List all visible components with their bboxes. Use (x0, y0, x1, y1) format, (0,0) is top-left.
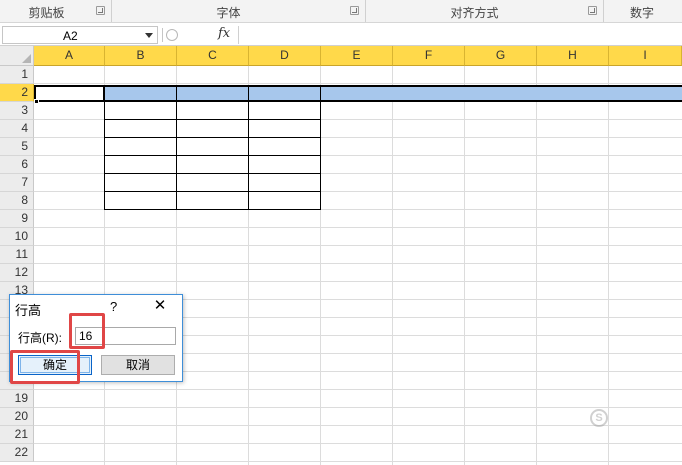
dialog-launcher-icon[interactable] (96, 6, 105, 15)
gridline-horizontal (34, 425, 682, 426)
help-icon[interactable]: ? (110, 299, 117, 314)
table-border-horizontal (104, 209, 321, 210)
row-header-20[interactable]: 20 (0, 408, 34, 426)
formula-input[interactable] (238, 26, 680, 44)
cancel-button[interactable]: 取消 (101, 355, 175, 375)
spreadsheet-grid[interactable]: ABCDEFGHI 123456789101112131415161718192… (0, 46, 682, 465)
column-header-d[interactable]: D (249, 46, 321, 66)
row-header-9[interactable]: 9 (0, 210, 34, 228)
gridline-vertical (536, 66, 537, 465)
dialog-title: 行高 (15, 303, 42, 318)
gridline-horizontal (34, 407, 682, 408)
ribbon-group-label: 字体 (216, 6, 241, 20)
ribbon-group-label: 数字 (630, 6, 655, 20)
row-header-1[interactable]: 1 (0, 66, 34, 84)
row-border-top (34, 85, 682, 87)
row-header-3[interactable]: 3 (0, 102, 34, 120)
selected-row-highlight (105, 87, 682, 100)
row-header-11[interactable]: 11 (0, 246, 34, 264)
dialog-launcher-icon[interactable] (350, 6, 359, 15)
row-header-19[interactable]: 19 (0, 390, 34, 408)
gridline-horizontal (34, 389, 682, 390)
chevron-down-icon[interactable] (145, 33, 153, 38)
row-header-6[interactable]: 6 (0, 156, 34, 174)
column-header-e[interactable]: E (321, 46, 393, 66)
row-height-label: 行高(R): (18, 331, 62, 345)
column-header-a[interactable]: A (34, 46, 105, 66)
watermark-logo: S (590, 408, 660, 430)
row-header-5[interactable]: 5 (0, 138, 34, 156)
column-header-f[interactable]: F (393, 46, 465, 66)
gridline-horizontal (34, 263, 682, 264)
table-border-horizontal (104, 173, 321, 174)
row-header-7[interactable]: 7 (0, 174, 34, 192)
gridline-horizontal (34, 443, 682, 444)
gridline-horizontal (34, 83, 682, 84)
insert-function-icon[interactable]: fx (218, 26, 230, 41)
annotation-highlight-input (69, 313, 105, 349)
formula-bar: A2 fx (0, 24, 682, 46)
table-border-horizontal (104, 155, 321, 156)
gridline-vertical (464, 66, 465, 465)
watermark-icon: S (590, 409, 608, 427)
name-box[interactable]: A2 (2, 26, 158, 44)
ribbon-group-font: 字体 (112, 0, 366, 22)
ribbon-group-clipboard: 剪贴板 (0, 0, 112, 22)
select-all-corner[interactable] (0, 46, 34, 66)
gridline-horizontal (34, 281, 682, 282)
gridline-vertical (392, 66, 393, 465)
row-header-21[interactable]: 21 (0, 426, 34, 444)
name-box-value: A2 (63, 29, 78, 43)
table-border-horizontal (104, 119, 321, 120)
row-header-2[interactable]: 2 (0, 84, 34, 102)
ribbon-group-number: 数字 (604, 0, 682, 22)
column-header-c[interactable]: C (177, 46, 249, 66)
gridline-horizontal (34, 227, 682, 228)
row-header-4[interactable]: 4 (0, 120, 34, 138)
ribbon-group-alignment: 对齐方式 (366, 0, 604, 22)
column-header-i[interactable]: I (609, 46, 682, 66)
column-header-g[interactable]: G (465, 46, 537, 66)
table-border-horizontal (104, 137, 321, 138)
gridline-vertical (608, 66, 609, 465)
column-header-h[interactable]: H (537, 46, 609, 66)
row-border-bottom (34, 100, 682, 102)
formula-bar-handle-icon[interactable] (166, 29, 178, 41)
annotation-highlight-ok (10, 350, 80, 384)
ribbon-group-label: 对齐方式 (450, 6, 499, 20)
table-border-horizontal (104, 191, 321, 192)
gridline-horizontal (34, 245, 682, 246)
row-header-22[interactable]: 22 (0, 444, 34, 462)
fill-handle[interactable] (34, 99, 39, 104)
ribbon-group-bar: 剪贴板 字体 对齐方式 数字 (0, 0, 682, 23)
row-header-8[interactable]: 8 (0, 192, 34, 210)
ribbon-group-label: 剪贴板 (28, 6, 65, 20)
row-header-10[interactable]: 10 (0, 228, 34, 246)
gridline-horizontal (34, 461, 682, 462)
active-cell-outline[interactable] (34, 85, 105, 102)
dialog-launcher-icon[interactable] (588, 6, 597, 15)
column-header-b[interactable]: B (105, 46, 177, 66)
formula-bar-separator (162, 28, 163, 42)
close-icon[interactable]: ✕ (150, 297, 170, 315)
row-header-12[interactable]: 12 (0, 264, 34, 282)
